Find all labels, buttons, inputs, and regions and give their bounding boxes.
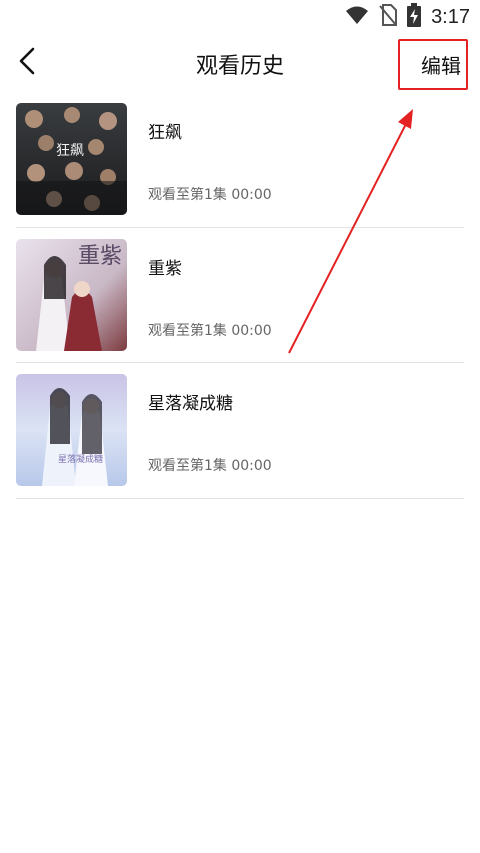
- no-sim-icon: [379, 4, 398, 30]
- item-title: 重紫: [148, 258, 182, 279]
- item-progress: 观看至第1集 00:00: [148, 187, 272, 203]
- item-title: 星落凝成糖: [148, 394, 233, 414]
- list-item[interactable]: 星落凝成糖 星落凝成糖 观看至第1集 00:00: [16, 363, 464, 499]
- edit-button[interactable]: 编辑: [398, 39, 468, 90]
- status-icons: 3:17: [345, 3, 470, 31]
- item-title: 狂飙: [148, 123, 182, 143]
- item-progress: 观看至第1集 00:00: [148, 322, 272, 339]
- poster-text: 狂飙: [56, 143, 84, 159]
- wifi-icon: [345, 5, 369, 29]
- poster-thumbnail[interactable]: 重紫: [16, 238, 127, 351]
- app-header: 观看历史 编辑: [0, 34, 480, 92]
- list-item[interactable]: 重紫 重紫 观看至第1集 00:00: [16, 228, 464, 363]
- poster-text: 重紫: [78, 244, 122, 269]
- status-time: 3:17: [431, 5, 470, 28]
- history-list: 狂飙 狂飙 观看至第1集 00:00 重紫 重紫 观看至第1集 00:00 星落…: [16, 92, 464, 499]
- poster-thumbnail[interactable]: 星落凝成糖: [16, 374, 127, 486]
- list-item[interactable]: 狂飙 狂飙 观看至第1集 00:00: [16, 92, 464, 228]
- battery-charging-icon: [407, 3, 422, 31]
- status-bar: 3:17: [0, 0, 480, 34]
- poster-text: 星落凝成糖: [58, 453, 103, 465]
- item-progress: 观看至第1集 00:00: [148, 458, 272, 474]
- poster-thumbnail[interactable]: 狂飙: [16, 103, 127, 215]
